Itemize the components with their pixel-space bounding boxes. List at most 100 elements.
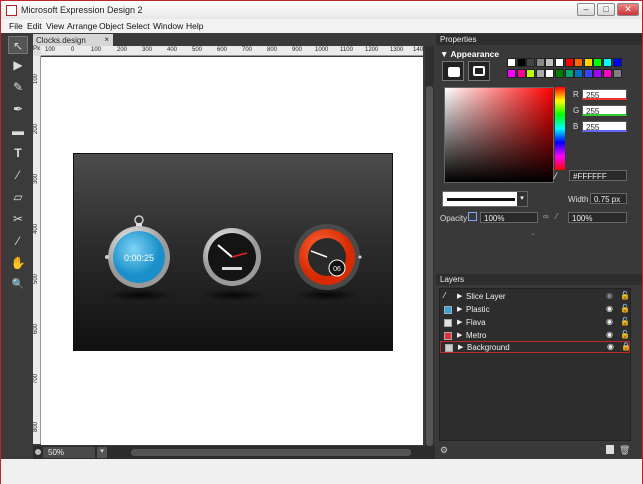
menu-select[interactable]: Select: [126, 21, 150, 31]
appearance-section[interactable]: ▼ Appearance: [440, 49, 499, 59]
zoom-level-field[interactable]: 50%: [43, 447, 95, 458]
pan-tool-icon[interactable]: ✋: [8, 254, 28, 272]
ruler-label: 800: [267, 47, 278, 53]
eye-icon[interactable]: ◉: [607, 342, 614, 351]
color-swatch[interactable]: [564, 69, 574, 78]
b-input[interactable]: 255: [582, 121, 627, 132]
color-swatch[interactable]: [507, 58, 516, 67]
color-swatch[interactable]: [574, 69, 584, 78]
scissors-tool-icon[interactable]: ✂: [8, 210, 28, 228]
color-swatch[interactable]: [545, 58, 555, 67]
paintbrush-tool-icon[interactable]: ✎: [8, 78, 28, 96]
lock-icon[interactable]: 🔒: [621, 342, 631, 351]
clocks-artwork[interactable]: 0:00:25 06: [73, 153, 393, 351]
width-label: Width: [568, 195, 589, 204]
color-swatch[interactable]: [555, 69, 564, 78]
pen-tool-icon[interactable]: ✒: [8, 100, 28, 118]
tab-close-icon[interactable]: ×: [104, 35, 109, 44]
scroll-thumb[interactable]: [426, 86, 433, 446]
tab-clocks-design[interactable]: Clocks.design ×: [33, 34, 113, 46]
color-swatch[interactable]: [593, 69, 603, 78]
eye-icon[interactable]: ◉: [606, 330, 613, 339]
color-swatch[interactable]: [564, 58, 574, 67]
color-swatch[interactable]: [593, 58, 603, 67]
layer-row-plastic[interactable]: ▶ Plastic ◉ 🔓: [440, 304, 630, 316]
color-swatch[interactable]: [535, 58, 545, 67]
color-swatch[interactable]: [526, 69, 536, 78]
stroke-style-select[interactable]: ▾: [442, 191, 528, 207]
color-swatch[interactable]: [603, 69, 612, 78]
color-swatch[interactable]: [535, 69, 545, 78]
color-swatch[interactable]: [612, 69, 622, 78]
minimize-button[interactable]: –: [577, 3, 595, 16]
color-swatch[interactable]: [516, 69, 526, 78]
link-icon[interactable]: ∞: [543, 212, 549, 221]
chevron-down-icon[interactable]: ▾: [97, 447, 107, 458]
menu-file[interactable]: File: [9, 21, 23, 31]
menu-arrange[interactable]: Arrange: [67, 21, 97, 31]
lock-icon[interactable]: 🔓: [620, 317, 630, 326]
menu-window[interactable]: Window: [153, 21, 183, 31]
color-swatch[interactable]: [545, 69, 555, 78]
fill-swatch[interactable]: [442, 61, 464, 81]
eye-icon[interactable]: ◉: [606, 291, 613, 300]
lock-icon[interactable]: 🔓: [620, 304, 630, 313]
layer-options-icon[interactable]: ⚙: [440, 445, 448, 456]
zoom-tool-icon[interactable]: 🔍: [8, 276, 28, 294]
r-input[interactable]: 255: [582, 89, 627, 100]
color-swatch[interactable]: [526, 58, 536, 67]
lock-icon[interactable]: 🔓: [620, 330, 630, 339]
opacity-input[interactable]: 100%: [480, 212, 538, 223]
color-swatch[interactable]: [574, 58, 584, 67]
layer-row-flava[interactable]: ▶ Flava ◉ 🔓: [440, 317, 630, 329]
secondary-percent-input[interactable]: 100%: [568, 212, 627, 223]
color-swatches[interactable]: [507, 58, 625, 82]
metro-clock[interactable]: 06: [294, 224, 362, 290]
appearance-title: Appearance: [450, 49, 500, 59]
close-button[interactable]: ✕: [617, 3, 639, 16]
horizontal-scrollbar[interactable]: [131, 449, 411, 456]
chevron-down-icon[interactable]: ▾: [517, 192, 527, 206]
menu-view[interactable]: View: [46, 21, 64, 31]
ruler-label: 500: [192, 47, 203, 53]
rectangle-tool-icon[interactable]: ▬: [8, 122, 28, 140]
menu-edit[interactable]: Edit: [27, 21, 42, 31]
color-picker-field[interactable]: [444, 87, 554, 183]
lock-icon[interactable]: 🔓: [620, 291, 630, 300]
eye-icon[interactable]: ◉: [606, 317, 613, 326]
selection-tool-icon[interactable]: ↖: [8, 36, 28, 54]
color-swatch[interactable]: [612, 58, 622, 67]
menu-help[interactable]: Help: [186, 21, 203, 31]
menu-object[interactable]: Object: [99, 21, 124, 31]
maximize-button[interactable]: □: [597, 3, 615, 16]
eyedropper-icon[interactable]: ⁄: [555, 171, 567, 183]
flava-clock[interactable]: [203, 228, 261, 286]
direct-selection-tool-icon[interactable]: ▶: [8, 56, 28, 74]
vertical-scrollbar[interactable]: [425, 46, 434, 446]
expand-chevron-icon[interactable]: ⌄: [530, 229, 536, 237]
layers-header: Layers: [436, 274, 642, 285]
eyedropper-tool-icon[interactable]: ⁄: [8, 166, 28, 184]
new-layer-icon[interactable]: [606, 445, 614, 454]
color-swatch[interactable]: [603, 58, 612, 67]
status-bar: 50% ▾: [33, 446, 435, 459]
eye-icon[interactable]: ◉: [606, 304, 613, 313]
width-input[interactable]: 0.75 px: [590, 193, 627, 204]
eraser-tool-icon[interactable]: ▱: [8, 188, 28, 206]
color-swatch[interactable]: [555, 58, 564, 67]
color-swatch[interactable]: [507, 69, 516, 78]
layer-row-slice[interactable]: ⁄ ▶ Slice Layer ◉ 🔓: [440, 291, 630, 303]
color-swatch[interactable]: [583, 58, 593, 67]
color-swatch[interactable]: [516, 58, 526, 67]
stroke-swatch[interactable]: [468, 61, 490, 81]
stopwatch-clock[interactable]: 0:00:25: [105, 215, 170, 288]
color-swatch[interactable]: [583, 69, 593, 78]
hex-input[interactable]: #FFFFFF: [569, 170, 627, 181]
transform-tool-icon[interactable]: ⁄: [8, 232, 28, 250]
text-tool-icon[interactable]: T: [8, 144, 28, 162]
hue-slider[interactable]: [555, 87, 565, 170]
layers-list: ⁄ ▶ Slice Layer ◉ 🔓 ▶ Plastic ◉ 🔓 ▶ Flava ◉ 🔓 ▶ Met…: [439, 288, 631, 441]
layer-row-background[interactable]: ▶ Background ◉ 🔒: [440, 341, 631, 353]
g-input[interactable]: 255: [582, 105, 627, 116]
delete-layer-icon[interactable]: 🗑: [619, 445, 630, 456]
